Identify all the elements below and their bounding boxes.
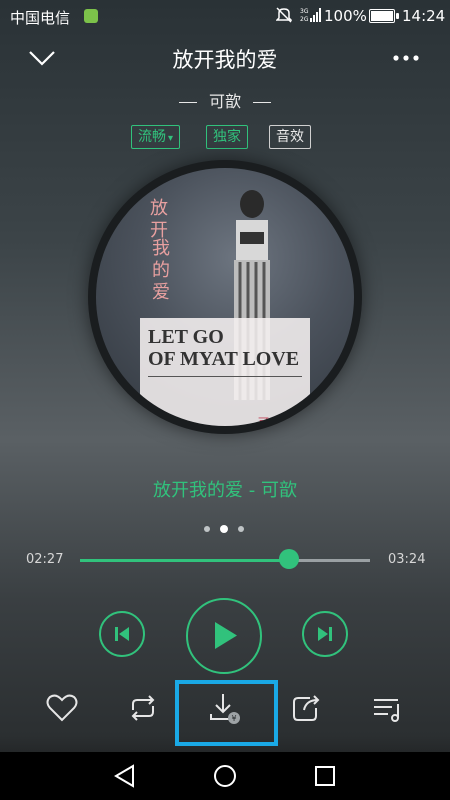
skip-previous-icon: [115, 627, 129, 641]
song-title: 放开我的爱: [172, 48, 278, 72]
page-indicator: [200, 524, 250, 534]
sound-effect-label: 音效: [276, 129, 304, 145]
album-rule: [148, 376, 302, 377]
album-title-line-1: LET GO: [148, 326, 224, 348]
page-dot[interactable]: [238, 526, 244, 532]
play-icon: [215, 622, 237, 649]
progress-thumb[interactable]: [278, 549, 299, 569]
battery-percent: 100%: [324, 7, 367, 25]
progress-track[interactable]: [80, 559, 370, 562]
artist-name[interactable]: 可歆: [209, 92, 241, 111]
play-button[interactable]: [186, 598, 262, 674]
back-triangle-icon[interactable]: [111, 762, 139, 790]
playlist-icon[interactable]: [368, 688, 408, 728]
mute-icon: [276, 7, 292, 23]
repeat-icon[interactable]: [123, 688, 163, 728]
album-vertical-title-2: 我的爱: [152, 238, 170, 303]
sim-icon: [84, 9, 98, 23]
progress-fill: [80, 559, 289, 562]
exclusive-tag[interactable]: 独家: [206, 125, 248, 149]
carrier-label: 中国电信: [10, 9, 71, 27]
album-cover[interactable]: 放开 我的爱 LET GO OF MYAT LOVE 可 ◯ 歆: [96, 168, 354, 426]
download-highlight-box: [175, 680, 278, 746]
next-button[interactable]: [302, 611, 348, 657]
chevron-down-icon: ▾: [168, 133, 174, 144]
page-dot[interactable]: [204, 526, 210, 532]
clock: 14:24: [402, 7, 446, 25]
svg-text:3G: 3G: [300, 8, 309, 15]
battery-icon: [369, 9, 399, 23]
skip-next-icon: [318, 627, 332, 641]
exclusive-label: 独家: [213, 129, 241, 145]
sound-effect-button[interactable]: 音效: [269, 125, 311, 149]
home-circle-icon[interactable]: [211, 762, 239, 790]
signal-icon: 3G 2G: [300, 8, 321, 23]
album-title-line-2: OF MYAT LOVE: [148, 348, 300, 370]
artist-line[interactable]: 可歆: [0, 88, 450, 112]
album-vertical-title: 放开: [150, 198, 168, 241]
more-options-icon[interactable]: [386, 44, 426, 72]
page-dot-active[interactable]: [220, 525, 228, 533]
quality-selector[interactable]: 流畅 ▾: [131, 125, 181, 149]
navigation-bar: [0, 752, 450, 800]
heart-icon[interactable]: [42, 688, 82, 728]
album-artist: 可 ◯ 歆: [258, 416, 300, 426]
svg-text:2G: 2G: [300, 16, 309, 23]
quality-label: 流畅: [138, 129, 166, 145]
recents-square-icon[interactable]: [311, 762, 339, 790]
total-time: 03:24: [388, 552, 426, 567]
share-icon[interactable]: [286, 688, 326, 728]
previous-button[interactable]: [99, 611, 145, 657]
track-display-name: 放开我的爱 - 可歆: [153, 480, 297, 501]
current-time: 02:27: [26, 552, 64, 567]
status-bar: 中国电信 3G 2G 100% 14:24: [0, 0, 450, 32]
